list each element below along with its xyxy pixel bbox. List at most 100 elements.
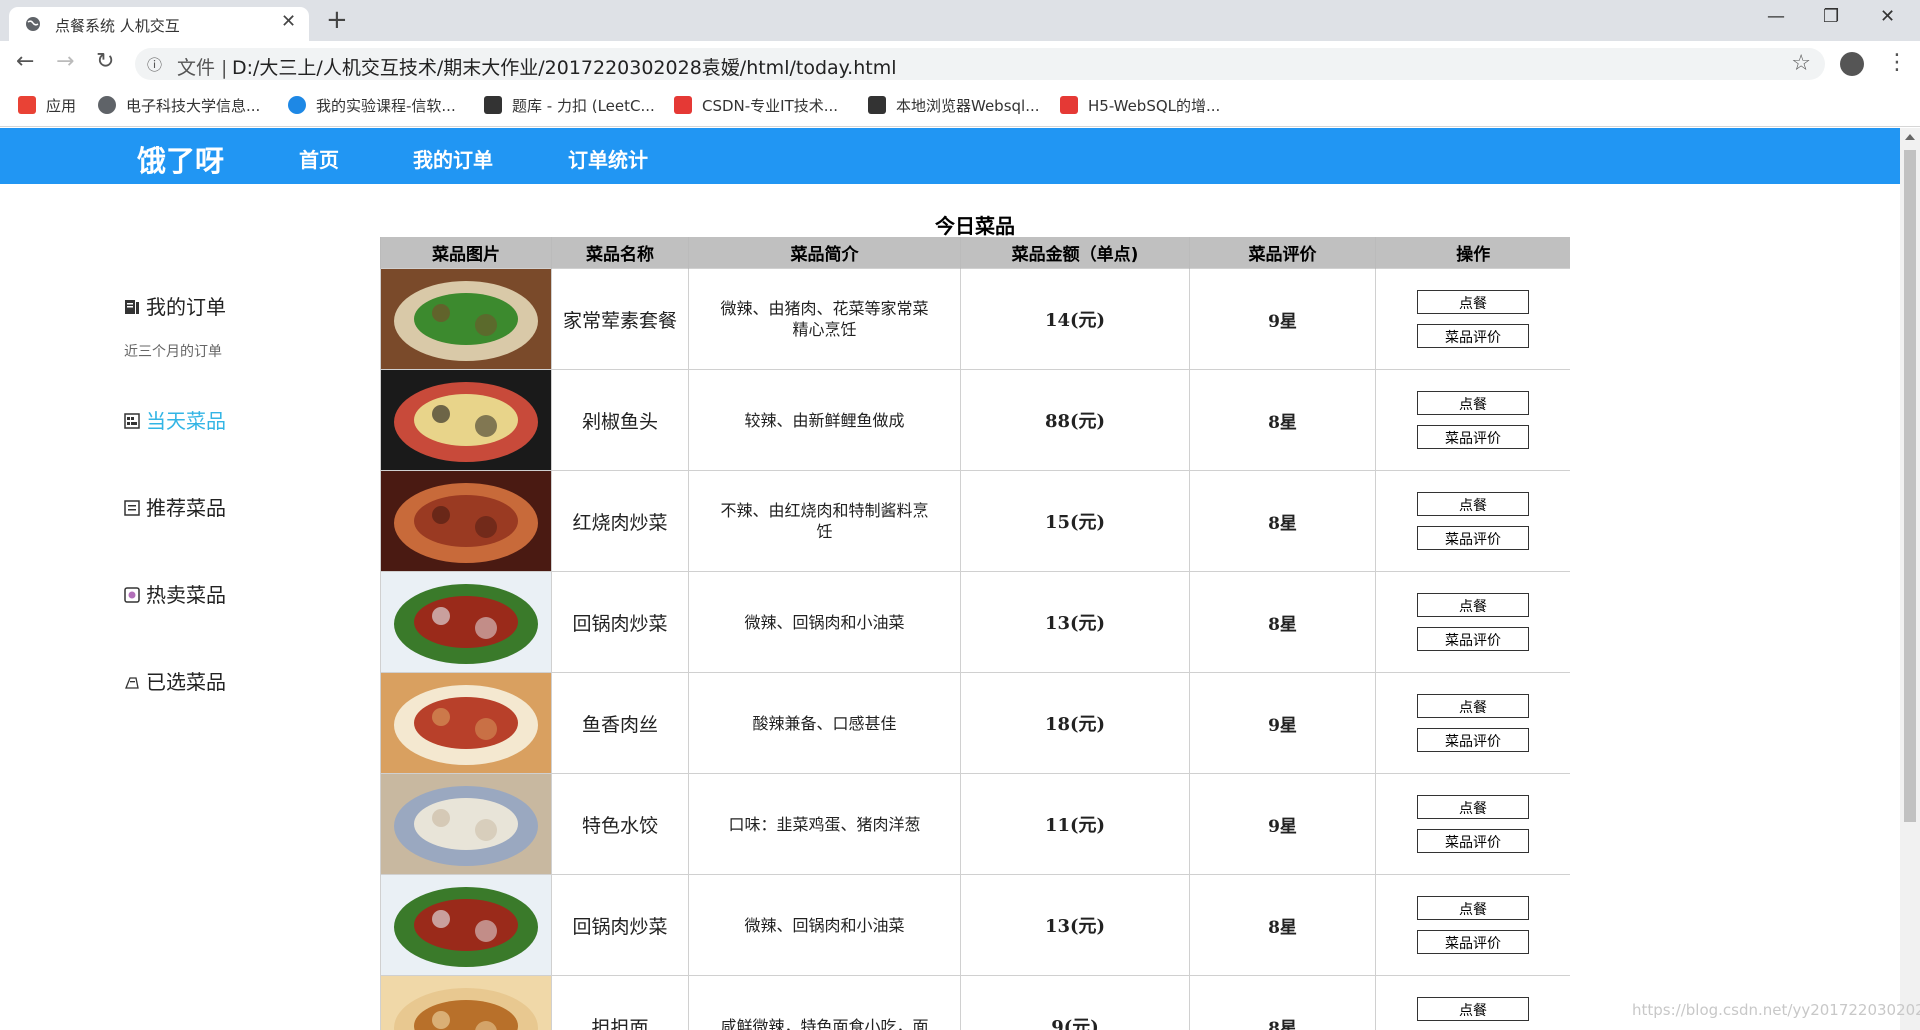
nav-order-stats[interactable]: 订单统计	[568, 144, 648, 173]
dish-rating: 9星	[1268, 715, 1297, 736]
dish-name-cell: 鱼香肉丝	[551, 672, 689, 774]
dish-actions-cell: 点餐菜品评价	[1375, 470, 1570, 572]
table-row: 红烧肉炒菜 不辣、由红烧肉和特制酱料烹饪 15(元) 8星 点餐 菜品评价	[380, 470, 1570, 572]
minimize-button[interactable]: —	[1767, 6, 1785, 27]
sidebar-item-today-dishes[interactable]: 当天菜品	[124, 405, 226, 434]
dish-description: 微辣、由猪肉、花菜等家常菜精心烹饪	[720, 299, 929, 339]
sidebar-item-label: 推荐菜品	[146, 496, 226, 520]
sidebar-item-label: 当天菜品	[146, 409, 226, 433]
bookmark-item[interactable]: CSDN-专业IT技术...	[674, 95, 838, 116]
bookmark-label: 应用	[46, 97, 77, 115]
header-image: 菜品图片	[380, 237, 552, 269]
bookmark-star-icon[interactable]: ☆	[1791, 51, 1811, 76]
sidebar-sub-label[interactable]: 近三个月的订单	[124, 341, 222, 361]
review-button[interactable]: 菜品评价	[1417, 526, 1529, 550]
sidebar-item-selected[interactable]: 已选菜品	[124, 666, 226, 695]
order-button[interactable]: 点餐	[1417, 391, 1529, 415]
scrollbar-thumb[interactable]	[1904, 150, 1916, 822]
dish-desc-cell: 咸鲜微辣，特色面食小吃，面	[688, 975, 961, 1030]
close-tab-icon[interactable]: ✕	[281, 12, 296, 32]
back-arrow-icon[interactable]: ←	[16, 49, 34, 75]
profile-avatar-icon[interactable]	[1840, 52, 1864, 76]
dish-image	[381, 269, 551, 369]
dish-rating-cell: 8星	[1189, 369, 1376, 471]
dish-price: 11(元)	[1044, 815, 1106, 836]
site-navbar: 饿了呀 首页 我的订单 订单统计	[0, 128, 1900, 184]
dish-rating: 8星	[1268, 1018, 1297, 1030]
dish-desc-cell: 较辣、由新鲜鲤鱼做成	[688, 369, 961, 471]
dish-rating-cell: 8星	[1189, 874, 1376, 976]
header-name: 菜品名称	[551, 237, 689, 269]
dish-rating: 8星	[1268, 412, 1297, 433]
reload-icon[interactable]: ↻	[96, 49, 114, 75]
dish-image	[381, 471, 551, 571]
order-button[interactable]: 点餐	[1417, 795, 1529, 819]
dish-price-cell: 13(元)	[960, 571, 1190, 673]
scroll-up-arrow-icon[interactable]	[1905, 134, 1915, 140]
order-button[interactable]: 点餐	[1417, 290, 1529, 314]
bookmark-label: H5-WebSQL的增...	[1088, 97, 1221, 115]
dish-rating: 9星	[1268, 311, 1297, 332]
dish-image-cell	[380, 470, 552, 572]
bookmark-item[interactable]: 电子科技大学信息...	[98, 95, 260, 116]
sidebar-item-label: 热卖菜品	[146, 583, 226, 607]
dish-rating-cell: 8星	[1189, 470, 1376, 572]
dish-description: 微辣、回锅肉和小油菜	[744, 612, 905, 632]
browser-menu-icon[interactable]: ⋮	[1886, 50, 1908, 75]
sidebar-item-my-orders[interactable]: 我的订单	[124, 291, 226, 320]
calendar-icon	[124, 410, 140, 429]
bookmark-item[interactable]: 我的实验课程-信软...	[288, 95, 456, 116]
address-bar[interactable]: ⓘ 文件 | D:/大三上/人机交互技术/期末大作业/2017220302028…	[135, 48, 1825, 80]
dish-desc-cell: 口味：韭菜鸡蛋、猪肉洋葱	[688, 773, 961, 875]
order-button[interactable]: 点餐	[1417, 593, 1529, 617]
bookmark-item[interactable]: 应用	[18, 95, 76, 116]
forward-arrow-icon[interactable]: →	[56, 49, 74, 75]
close-window-button[interactable]: ✕	[1880, 6, 1895, 27]
dish-rating: 8星	[1268, 614, 1297, 635]
dish-price-cell: 14(元)	[960, 268, 1190, 370]
bookmark-item[interactable]: 题库 - 力扣 (LeetC...	[484, 95, 655, 116]
review-button[interactable]: 菜品评价	[1417, 930, 1529, 954]
dish-name: 剁椒鱼头	[581, 410, 658, 433]
file-scheme-label: 文件 |	[177, 57, 228, 79]
review-button[interactable]: 菜品评价	[1417, 425, 1529, 449]
sidebar-item-recommended[interactable]: 推荐菜品	[124, 492, 226, 521]
dish-name-cell: 特色水饺	[551, 773, 689, 875]
restore-button[interactable]: ❐	[1823, 6, 1839, 27]
order-button[interactable]: 点餐	[1417, 694, 1529, 718]
dish-price: 13(元)	[1044, 916, 1106, 937]
bookmark-item[interactable]: 本地浏览器Websql...	[868, 95, 1040, 116]
nav-home[interactable]: 首页	[299, 144, 339, 173]
dish-description: 酸辣兼备、口感甚佳	[752, 713, 897, 733]
dish-price-cell: 88(元)	[960, 369, 1190, 471]
header-desc: 菜品简介	[688, 237, 961, 269]
url-text[interactable]: D:/大三上/人机交互技术/期末大作业/2017220302028袁嫒/html…	[232, 53, 897, 80]
review-button[interactable]: 菜品评价	[1417, 829, 1529, 853]
nav-my-orders[interactable]: 我的订单	[413, 144, 493, 173]
dish-name-cell: 回锅肉炒菜	[551, 874, 689, 976]
new-tab-button[interactable]: +	[326, 6, 348, 34]
dish-desc-cell: 微辣、由猪肉、花菜等家常菜精心烹饪	[688, 268, 961, 370]
dish-image-cell	[380, 268, 552, 370]
dish-image	[381, 572, 551, 672]
dish-rating-cell: 9星	[1189, 672, 1376, 774]
bookmark-item[interactable]: H5-WebSQL的增...	[1060, 95, 1220, 116]
browser-tab[interactable]: 点餐系统 人机交互 ✕	[9, 7, 309, 41]
order-button[interactable]: 点餐	[1417, 492, 1529, 516]
order-button[interactable]: 点餐	[1417, 896, 1529, 920]
dish-name: 回锅肉炒菜	[572, 915, 668, 938]
review-button[interactable]: 菜品评价	[1417, 324, 1529, 348]
table-row: 鱼香肉丝 酸辣兼备、口感甚佳 18(元) 9星 点餐 菜品评价	[380, 672, 1570, 774]
dish-price-cell: 9(元)	[960, 975, 1190, 1030]
review-button[interactable]: 菜品评价	[1417, 728, 1529, 752]
dish-name-cell: 剁椒鱼头	[551, 369, 689, 471]
dish-actions-cell: 点餐菜品评价	[1375, 369, 1570, 471]
review-button[interactable]: 菜品评价	[1417, 627, 1529, 651]
brand-logo[interactable]: 饿了呀	[137, 138, 224, 180]
sidebar-item-hot-selling[interactable]: 热卖菜品	[124, 579, 226, 608]
order-button[interactable]: 点餐	[1417, 997, 1529, 1021]
bookmark-label: 电子科技大学信息...	[126, 97, 261, 115]
info-icon[interactable]: ⓘ	[147, 54, 162, 75]
dish-image	[381, 774, 551, 874]
page-scrollbar[interactable]	[1900, 128, 1920, 1030]
